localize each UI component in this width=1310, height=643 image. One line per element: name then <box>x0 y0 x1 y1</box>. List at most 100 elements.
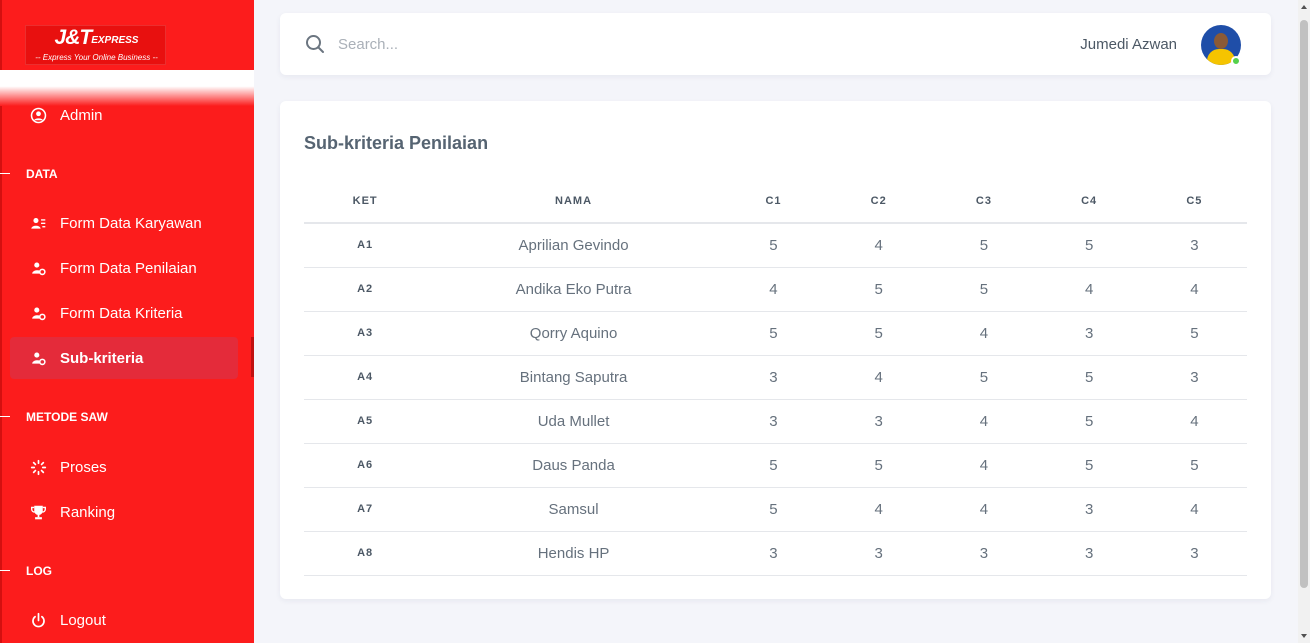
table-row: A8 Hendis HP 3 3 3 3 3 <box>304 531 1247 576</box>
user-list-icon <box>28 213 48 233</box>
scroll-down-arrow-icon[interactable] <box>1298 629 1310 643</box>
search-icon[interactable] <box>304 33 326 55</box>
cell-c4: 5 <box>1036 443 1142 488</box>
sidebar-item-form-data-penilaian[interactable]: Form Data Penilaian <box>10 247 238 289</box>
cell-c3: 3 <box>931 531 1037 576</box>
cell-ket: A3 <box>304 311 427 356</box>
cell-ket: A8 <box>304 531 427 576</box>
cell-c3: 5 <box>931 223 1037 268</box>
sidebar-item-admin[interactable]: Admin <box>10 94 238 136</box>
sidebar-item-label: Form Data Penilaian <box>60 259 197 277</box>
cell-c1: 5 <box>720 487 827 532</box>
sub-kriteria-card: Sub-kriteria Penilaian KET NAMA C1 C2 C3… <box>280 101 1271 599</box>
cell-c3: 5 <box>931 355 1037 400</box>
cell-c5: 3 <box>1141 531 1247 576</box>
section-dash <box>0 570 10 571</box>
cell-c2: 4 <box>826 223 932 268</box>
cell-c1: 5 <box>720 223 827 268</box>
cell-ket: A5 <box>304 399 427 444</box>
sidebar-item-sub-kriteria[interactable]: Sub-kriteria <box>10 337 238 379</box>
column-header-c1: C1 <box>720 179 827 224</box>
cell-c3: 4 <box>931 443 1037 488</box>
cell-c4: 5 <box>1036 355 1142 400</box>
cell-c5: 4 <box>1141 487 1247 532</box>
spinner-icon <box>28 457 48 477</box>
cell-c4: 3 <box>1036 487 1142 532</box>
page-scrollbar[interactable] <box>1298 0 1310 643</box>
online-status-dot <box>1231 56 1241 66</box>
sidebar: J&TEXPRESS -- Express Your Online Busine… <box>0 0 254 643</box>
user-gear-icon <box>28 348 48 368</box>
column-header-ket: KET <box>304 179 427 224</box>
cell-ket: A7 <box>304 487 427 532</box>
cell-c4: 3 <box>1036 531 1142 576</box>
cell-c3: 4 <box>931 487 1037 532</box>
sidebar-item-label: Proses <box>60 458 107 476</box>
sidebar-item-form-data-kriteria[interactable]: Form Data Kriteria <box>10 292 238 334</box>
user-name[interactable]: Jumedi Azwan <box>1080 36 1177 53</box>
section-label-data: DATA <box>26 167 58 181</box>
column-header-c3: C3 <box>931 179 1037 224</box>
trophy-icon <box>28 502 48 522</box>
table-row: A4 Bintang Saputra 3 4 5 5 3 <box>304 355 1247 400</box>
cell-ket: A6 <box>304 443 427 488</box>
cell-ket: A2 <box>304 267 427 312</box>
brand-logo[interactable]: J&TEXPRESS -- Express Your Online Busine… <box>25 25 166 65</box>
column-header-nama: NAMA <box>426 179 721 224</box>
cell-c1: 3 <box>720 399 827 444</box>
sidebar-item-proses[interactable]: Proses <box>10 446 238 488</box>
cell-c1: 3 <box>720 531 827 576</box>
table-row: A5 Uda Mullet 3 3 4 5 4 <box>304 399 1247 444</box>
column-header-c4: C4 <box>1036 179 1142 224</box>
cell-c2: 3 <box>826 531 932 576</box>
cell-c3: 5 <box>931 267 1037 312</box>
table-row: A6 Daus Panda 5 5 4 5 5 <box>304 443 1247 488</box>
sidebar-item-label: Logout <box>60 611 106 629</box>
section-dash <box>0 416 10 417</box>
scroll-up-arrow-icon[interactable] <box>1298 0 1310 14</box>
logo-tagline: -- Express Your Online Business -- <box>35 53 158 62</box>
cell-c1: 5 <box>720 311 827 356</box>
cell-c4: 3 <box>1036 311 1142 356</box>
cell-nama: Uda Mullet <box>426 399 721 444</box>
user-gear-icon <box>28 258 48 278</box>
cell-c4: 5 <box>1036 223 1142 268</box>
cell-c3: 4 <box>931 311 1037 356</box>
cell-nama: Aprilian Gevindo <box>426 223 721 268</box>
sidebar-item-label: Form Data Kriteria <box>60 304 183 322</box>
avatar-face <box>1214 33 1228 49</box>
sidebar-item-ranking[interactable]: Ranking <box>10 491 238 533</box>
cell-nama: Daus Panda <box>426 443 721 488</box>
cell-c5: 5 <box>1141 311 1247 356</box>
cell-c2: 4 <box>826 355 932 400</box>
sidebar-item-logout[interactable]: Logout <box>10 599 238 641</box>
section-dash <box>0 173 10 174</box>
cell-ket: A1 <box>304 223 427 268</box>
column-header-c5: C5 <box>1141 179 1247 224</box>
cell-nama: Samsul <box>426 487 721 532</box>
cell-c5: 4 <box>1141 399 1247 444</box>
cell-nama: Hendis HP <box>426 531 721 576</box>
section-label-metode-saw: METODE SAW <box>26 410 108 424</box>
table-header-row: KET NAMA C1 C2 C3 C4 C5 <box>304 179 1247 224</box>
cell-c3: 4 <box>931 399 1037 444</box>
scrollbar-thumb[interactable] <box>1300 20 1308 588</box>
table-row: A3 Qorry Aquino 5 5 4 3 5 <box>304 311 1247 356</box>
user-gear-icon <box>28 303 48 323</box>
section-label-log: LOG <box>26 564 52 578</box>
sidebar-item-form-data-karyawan[interactable]: Form Data Karyawan <box>10 202 238 244</box>
user-circle-icon <box>28 105 48 125</box>
cell-nama: Andika Eko Putra <box>426 267 721 312</box>
sidebar-item-label: Admin <box>60 106 103 124</box>
cell-c2: 5 <box>826 311 932 356</box>
cell-nama: Qorry Aquino <box>426 311 721 356</box>
cell-c4: 4 <box>1036 267 1142 312</box>
logo-wordmark: J&TEXPRESS <box>54 26 139 49</box>
search-input[interactable] <box>338 32 738 56</box>
active-indicator <box>251 337 254 377</box>
cell-nama: Bintang Saputra <box>426 355 721 400</box>
power-icon <box>28 610 48 630</box>
cell-c2: 3 <box>826 399 932 444</box>
cell-c5: 3 <box>1141 223 1247 268</box>
cell-c4: 5 <box>1036 399 1142 444</box>
